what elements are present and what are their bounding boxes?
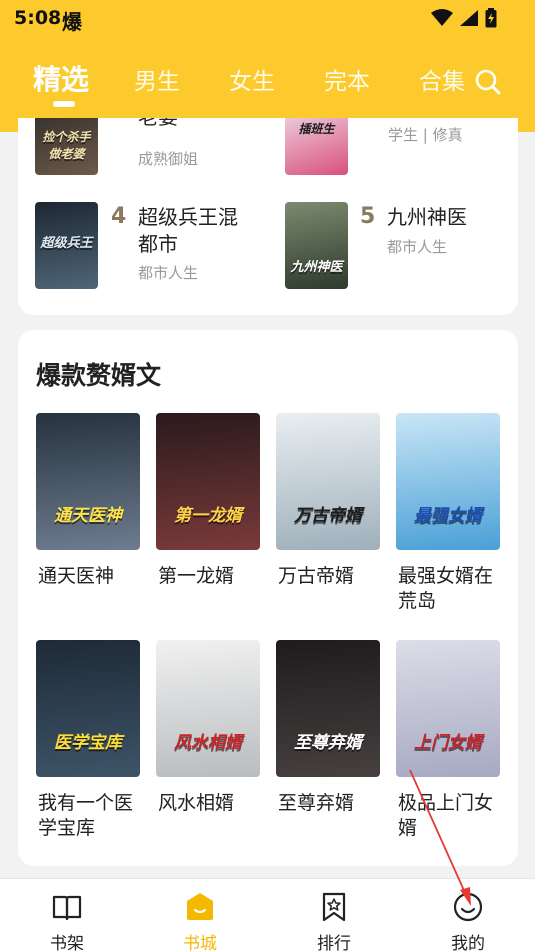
tab-completed[interactable]: 完本 <box>324 62 370 96</box>
section-title: 爆款赘婿文 <box>36 361 162 390</box>
nav-bookstore[interactable]: 书城 <box>150 879 250 951</box>
ranking-book-tag: 都市人生 <box>138 264 199 282</box>
cover-title-text: 通天医神 <box>54 506 122 526</box>
book-cover: 医学宝库 <box>36 640 140 777</box>
ranking-book-tag: 成熟御姐 <box>138 150 199 168</box>
bottom-nav: 书架 书城 排行 我的 <box>0 878 535 951</box>
book-cover: 风水相婿 <box>156 640 260 777</box>
tab-male[interactable]: 男生 <box>134 62 180 96</box>
cover-title-text: 插班生 <box>298 122 335 136</box>
signal-icon <box>460 10 478 26</box>
cover-title-text: 超级兵王 <box>40 236 93 251</box>
nav-label: 书城 <box>183 934 217 951</box>
ranking-card: 捡个杀手做老婆 老婆 成熟御姐 插班生 学生 | 修真 超级兵王 4 超级兵王混… <box>18 118 518 315</box>
book-cover: 通天医神 <box>36 413 140 550</box>
top-header: 5:08 爆 精选 男生 女生 完本 合集 <box>0 0 535 132</box>
book-title: 风水相婿 <box>158 792 235 814</box>
book-title: 最强女婿在荒岛 <box>398 565 494 612</box>
cover-title-text: 九州神医 <box>290 260 343 275</box>
bookmark-star-icon <box>322 892 346 922</box>
active-tab-indicator <box>53 101 75 107</box>
bookstore-icon <box>187 893 213 920</box>
wifi-icon <box>431 9 453 26</box>
ranking-number: 5 <box>360 204 376 229</box>
cover-title-text: 万古帝婿 <box>294 506 362 526</box>
status-bar: 5:08 爆 <box>0 0 535 36</box>
book-cover: 至尊弃婿 <box>276 640 380 777</box>
nav-label: 我的 <box>451 934 485 951</box>
book-title: 极品上门女婿 <box>398 792 494 839</box>
nav-bookshelf[interactable]: 书架 <box>17 879 117 951</box>
cover-title-text: 上门女婿 <box>414 733 482 753</box>
book-title: 第一龙婿 <box>158 565 235 587</box>
book-cover: 插班生 <box>285 118 348 175</box>
ranking-book-title: 九州神医 <box>387 205 467 229</box>
ranking-item[interactable]: 插班生 学生 | 修真 <box>268 118 518 188</box>
cover-title-text: 至尊弃婿 <box>294 733 362 753</box>
tab-featured[interactable]: 精选 <box>33 58 89 98</box>
search-icon[interactable] <box>472 66 504 98</box>
book-cover: 超级兵王 <box>35 202 98 289</box>
cover-title-text: 第一龙婿 <box>174 506 242 526</box>
tab-collections[interactable]: 合集 <box>419 62 465 96</box>
nav-label: 排行 <box>317 934 351 951</box>
book-title: 通天医神 <box>38 565 115 587</box>
book-cover: 上门女婿 <box>396 640 500 777</box>
smile-icon <box>453 892 483 922</box>
book-cover: 九州神医 <box>285 202 348 289</box>
ranking-number: 4 <box>111 204 127 229</box>
tab-female[interactable]: 女生 <box>229 62 275 96</box>
book-open-icon <box>52 895 82 921</box>
battery-icon <box>485 8 497 28</box>
popular-section-card: 爆款赘婿文 通天医神 通天医神 第一龙婿 第一龙婿 万古帝婿 万古帝婿 最强女婿 最强女婿在荒… <box>18 330 518 866</box>
category-tabs: 精选 男生 女生 完本 合集 <box>0 58 535 108</box>
ranking-book-tag: 都市人生 <box>387 238 448 256</box>
cover-title-text: 捡个杀手做老婆 <box>42 130 91 161</box>
ranking-book-tag: 学生 | 修真 <box>388 126 463 144</box>
book-cover: 万古帝婿 <box>276 413 380 550</box>
cover-title-text: 最强女婿 <box>414 506 482 526</box>
nav-ranking[interactable]: 排行 <box>284 879 384 951</box>
ranking-item[interactable]: 捡个杀手做老婆 老婆 成熟御姐 <box>18 118 268 188</box>
status-icons <box>431 8 497 28</box>
status-time: 5:08 <box>14 7 62 29</box>
ranking-book-title: 老婆 <box>138 118 178 131</box>
cover-title-text: 医学宝库 <box>54 733 122 753</box>
ranking-book-title: 超级兵王混都市 <box>138 205 238 256</box>
book-cover: 捡个杀手做老婆 <box>35 118 98 175</box>
app-notification-indicator: 爆 <box>62 10 82 34</box>
ranking-item[interactable]: 九州神医 5 九州神医 都市人生 <box>268 200 518 295</box>
book-cover: 第一龙婿 <box>156 413 260 550</box>
book-title: 至尊弃婿 <box>278 792 355 814</box>
book-cover: 最强女婿 <box>396 413 500 550</box>
ranking-item[interactable]: 超级兵王 4 超级兵王混都市 都市人生 <box>18 200 268 295</box>
book-title: 万古帝婿 <box>278 565 355 587</box>
nav-label: 书架 <box>50 934 84 951</box>
nav-profile[interactable]: 我的 <box>418 879 518 951</box>
cover-title-text: 风水相婿 <box>174 733 242 753</box>
book-title: 我有一个医学宝库 <box>38 792 134 839</box>
